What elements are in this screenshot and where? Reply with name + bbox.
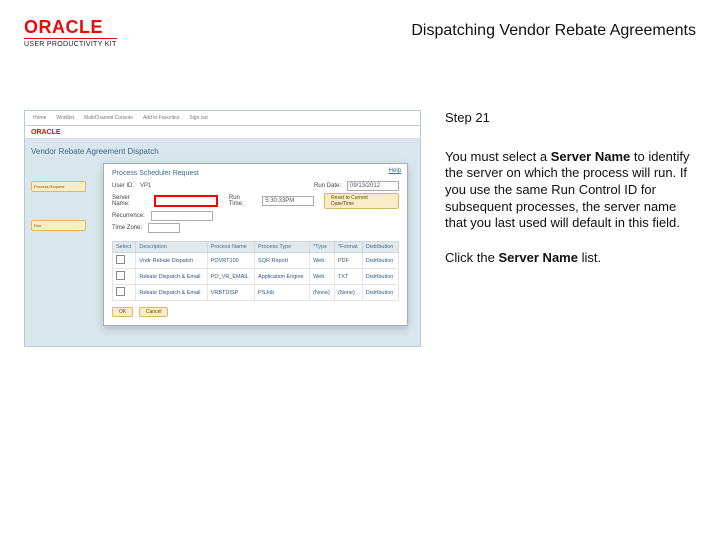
ss-td: Rebate Dispatch & Email <box>136 269 207 285</box>
ss-nav-item: MultiChannel Console <box>84 115 133 121</box>
ss-dialog-title: Process Scheduler Request <box>112 170 399 177</box>
ss-td: TXT <box>334 269 362 285</box>
ss-dialog-help: Help <box>389 168 401 174</box>
ss-mini-logo: ORACLE <box>31 129 61 136</box>
ss-left-button: Process Request <box>31 181 86 192</box>
ss-td: PO_VR_EMAIL <box>207 269 254 285</box>
ss-recurrence-label: Recurrence: <box>112 213 145 219</box>
ss-brandbar: ORACLE <box>25 126 420 139</box>
ss-topnav: Home Worklist MultiChannel Console Add t… <box>25 111 420 126</box>
ss-td: Vndr Rebate Dispatch <box>136 253 207 269</box>
ss-th: Distribution <box>362 242 398 253</box>
ss-th: *Type <box>310 242 335 253</box>
instr-text: list. <box>578 250 601 265</box>
ss-recurrence-field <box>151 211 213 221</box>
ss-nav-item: Home <box>33 115 46 121</box>
checkbox-icon <box>116 255 125 264</box>
table-row: Vndr Rebate Dispatch POVRT100 SQR Report… <box>113 253 399 269</box>
instr-bold: Server Name <box>551 149 631 164</box>
ss-td: Application Engine <box>255 269 310 285</box>
ss-nav-item: Worklist <box>56 115 74 121</box>
ss-td: Web <box>310 253 335 269</box>
ss-ok-button: OK <box>112 307 133 317</box>
instr-bold: Server Name <box>498 250 578 265</box>
table-row: Rebate Dispatch & Email VRBTDISP PSJob (… <box>113 285 399 301</box>
ss-td: VRBTDISP <box>207 285 254 301</box>
ss-process-table: Select Description Process Name Process … <box>112 241 399 301</box>
brand-logo: ORACLE USER PRODUCTIVITY KIT <box>24 18 117 48</box>
ss-td: (None) <box>334 285 362 301</box>
ss-td: Rebate Dispatch & Email <box>136 285 207 301</box>
ss-td: POVRT100 <box>207 253 254 269</box>
ss-cancel-button: Cancel <box>139 307 169 317</box>
ss-left-column: Process Request Run <box>31 181 86 231</box>
page-title: Dispatching Vendor Rebate Agreements <box>411 18 696 40</box>
table-row: Rebate Dispatch & Email PO_VR_EMAIL Appl… <box>113 269 399 285</box>
ss-rundate-label: Run Date: <box>314 183 341 189</box>
ss-server-label: Server Name: <box>112 195 149 207</box>
ss-rundate-value: 09/13/2012 <box>347 181 399 191</box>
ss-td: Distribution <box>362 253 398 269</box>
checkbox-icon <box>116 287 125 296</box>
training-screenshot: Home Worklist MultiChannel Console Add t… <box>24 110 421 347</box>
ss-nav-item: Sign out <box>189 115 207 121</box>
server-name-list[interactable] <box>155 196 217 206</box>
ss-reset-button: Reset to Current Date/Time <box>324 193 399 209</box>
ss-th: Process Type <box>255 242 310 253</box>
ss-runtime-label: Run Time: <box>229 195 256 207</box>
ss-user-value: VP1 <box>140 183 151 189</box>
ss-td: Web <box>310 269 335 285</box>
step-label: Step 21 <box>445 110 696 127</box>
ss-timezone-field <box>148 223 180 233</box>
ss-nav-item: Add to Favorites <box>143 115 179 121</box>
instruction-paragraph-1: You must select a Server Name to identif… <box>445 149 696 232</box>
instruction-paragraph-2: Click the Server Name list. <box>445 250 696 267</box>
ss-user-label: User ID: <box>112 183 134 189</box>
ss-runtime-value: 5:30:33PM <box>262 196 314 206</box>
ss-page-heading: Vendor Rebate Agreement Dispatch <box>31 147 414 156</box>
ss-th: Select <box>113 242 136 253</box>
ss-td: SQR Report <box>255 253 310 269</box>
ss-left-button: Run <box>31 220 86 231</box>
instruction-panel: Step 21 You must select a Server Name to… <box>445 110 696 347</box>
instr-text: Click the <box>445 250 498 265</box>
instr-text: You must select a <box>445 149 551 164</box>
ss-td: (None) <box>310 285 335 301</box>
brand-name: ORACLE <box>24 18 117 36</box>
ss-timezone-label: Time Zone: <box>112 225 142 231</box>
ss-td: Distribution <box>362 285 398 301</box>
ss-td: PSJob <box>255 285 310 301</box>
ss-th: *Format <box>334 242 362 253</box>
checkbox-icon <box>116 271 125 280</box>
brand-subline: USER PRODUCTIVITY KIT <box>24 38 117 48</box>
ss-dialog: Process Scheduler Request Help User ID: … <box>103 163 408 326</box>
ss-td: PDF <box>334 253 362 269</box>
ss-th: Description <box>136 242 207 253</box>
ss-th: Process Name <box>207 242 254 253</box>
ss-td: Distribution <box>362 269 398 285</box>
